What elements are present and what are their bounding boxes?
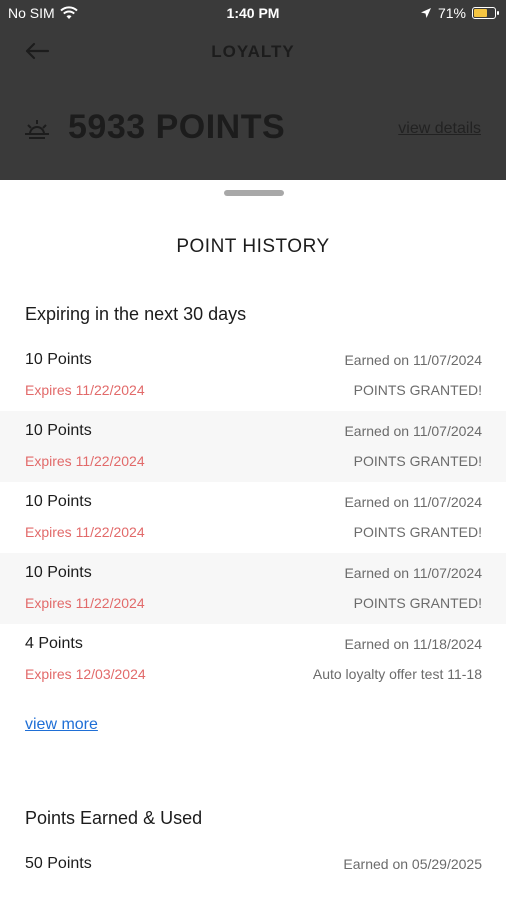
item-expires: Expires 11/22/2024: [25, 453, 145, 469]
item-expires: Expires 12/03/2024: [25, 666, 146, 682]
expiring-section-title: Expiring in the next 30 days: [25, 304, 247, 324]
item-earned-date: Earned on 11/07/2024: [344, 352, 482, 368]
item-expires: Expires 11/22/2024: [25, 595, 145, 611]
list-item: 10 Points Expires 11/22/2024 Earned on 1…: [0, 482, 506, 553]
item-points: 10 Points: [25, 422, 92, 439]
dimmed-background: No SIM 1:40 PM 71% LOYALTY 5933 POINTS v…: [0, 0, 506, 180]
view-more-link[interactable]: view more: [25, 716, 98, 734]
item-description: POINTS GRANTED!: [353, 453, 482, 469]
item-points: 4 Points: [25, 635, 83, 652]
battery-charging-icon: [472, 7, 499, 19]
sun-icon: [25, 120, 49, 139]
item-expires: Expires 11/22/2024: [25, 524, 145, 540]
item-points: 10 Points: [25, 564, 92, 581]
sheet-title: POINT HISTORY: [176, 236, 330, 257]
view-details-link[interactable]: view details: [398, 120, 481, 138]
point-history-sheet: POINT HISTORY Expiring in the next 30 da…: [0, 180, 506, 900]
item-description: POINTS GRANTED!: [353, 524, 482, 540]
item-earned-date: Earned on 11/07/2024: [344, 494, 482, 510]
expiring-list: 10 Points Expires 11/22/2024 Earned on 1…: [0, 340, 506, 695]
item-earned-date: Earned on 11/18/2024: [344, 636, 482, 652]
status-right: 71%: [420, 5, 499, 21]
item-description: POINTS GRANTED!: [353, 595, 482, 611]
list-item: 10 Points Expires 11/22/2024 Earned on 1…: [0, 411, 506, 482]
list-item: 10 Points Expires 11/22/2024 Earned on 1…: [0, 340, 506, 411]
item-earned-date: Earned on 11/07/2024: [344, 565, 482, 581]
sheet-drag-handle[interactable]: [224, 190, 284, 196]
item-earned-date: Earned on 05/29/2025: [343, 856, 482, 872]
item-points: 10 Points: [25, 351, 92, 368]
list-item: 10 Points Expires 11/22/2024 Earned on 1…: [0, 553, 506, 624]
status-bar: No SIM 1:40 PM 71%: [0, 0, 506, 28]
earned-used-list: 50 Points Earned on 05/29/2025: [0, 844, 506, 900]
item-points: 10 Points: [25, 493, 92, 510]
list-item: 4 Points Expires 12/03/2024 Earned on 11…: [0, 624, 506, 695]
location-arrow-icon: [420, 8, 431, 18]
points-balance: 5933 POINTS: [68, 108, 286, 146]
item-points: 50 Points: [25, 855, 92, 872]
item-description: Auto loyalty offer test 11-18: [312, 666, 482, 682]
points-summary: 5933 POINTS view details: [0, 100, 506, 160]
list-item: 50 Points Earned on 05/29/2025: [0, 844, 506, 900]
item-expires: Expires 11/22/2024: [25, 382, 145, 398]
page-title: LOYALTY: [211, 42, 295, 61]
battery-fill: [474, 9, 487, 17]
earned-used-section-title: Points Earned & Used: [25, 808, 203, 828]
app-header: LOYALTY: [0, 30, 506, 74]
item-earned-date: Earned on 11/07/2024: [344, 423, 482, 439]
item-description: POINTS GRANTED!: [353, 382, 482, 398]
battery-percent: 71%: [437, 5, 466, 21]
